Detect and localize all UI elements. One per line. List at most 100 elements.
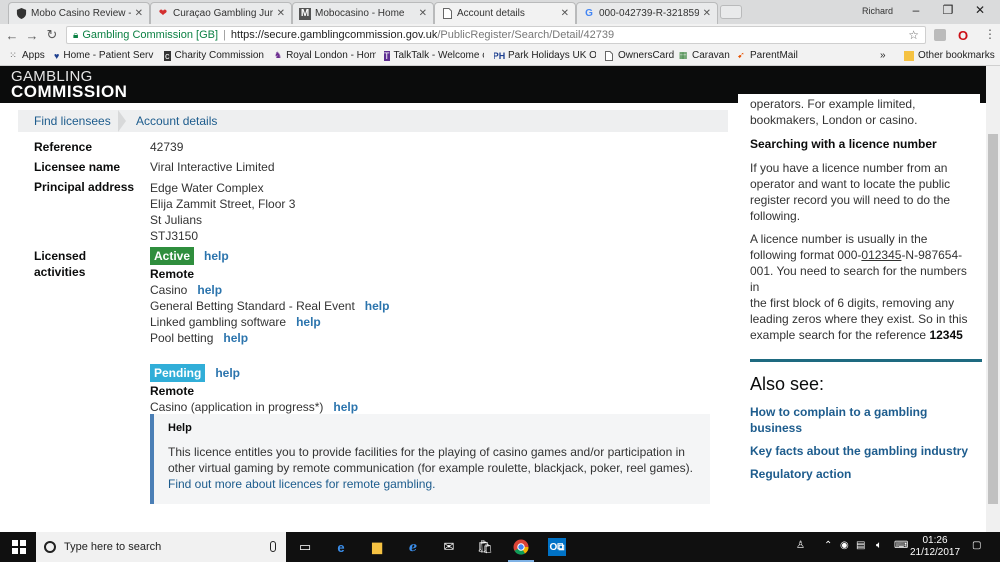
activity-item: Linked gambling software help [150,315,321,329]
park-holidays-icon: PH [494,50,506,61]
tab-label: 000-042739-R-321859-0 [599,8,699,19]
bookmark-charity-commission[interactable]: c Charity Commission [164,50,264,61]
extension-icon[interactable] [934,29,946,41]
new-tab-button[interactable] [720,5,742,19]
bookmark-parentmail[interactable]: ➹ ParentMail [736,50,798,61]
link-complain-gambling-business[interactable]: How to complain to a gambling business [750,404,975,436]
edge-icon[interactable]: e [332,538,350,556]
more-menu-icon[interactable]: ⋮ [984,27,996,41]
taskbar-search[interactable]: Type here to search [36,532,286,562]
link-key-facts[interactable]: Key facts about the gambling industry [750,443,975,459]
royal-london-icon: ♞ [274,50,283,60]
activity-group-remote: Remote [150,267,195,281]
page-scrollbar[interactable] [986,66,1000,532]
people-icon[interactable]: ♙ [796,540,805,551]
minimize-icon[interactable]: – [906,3,926,17]
url-path: /PublicRegister/Search/Detail/42739 [437,29,615,41]
close-icon[interactable]: ✕ [135,8,143,19]
restore-icon[interactable]: ❐ [938,3,958,17]
tray-chevron-up-icon[interactable]: ⌃ [824,540,832,551]
google-icon: G [585,8,593,19]
task-view-icon[interactable]: ▭ [296,538,314,556]
bookmark-talktalk[interactable]: T TalkTalk - Welcome c [384,50,484,61]
scrollbar-thumb[interactable] [988,134,998,504]
file-explorer-icon[interactable]: ▆ [368,538,386,556]
bookmark-star-icon[interactable]: ☆ [908,28,919,42]
web-page: GAMBLING COMMISSION Find licensees Accou… [0,66,1000,532]
tab-curacao-gambling[interactable]: ❤ Curaçao Gambling Jurisdi ✕ [150,2,292,24]
breadcrumb-find-licensees[interactable]: Find licensees [34,114,111,128]
charity-icon: c [164,50,171,61]
principal-address-label: Principal address [34,180,135,194]
tab-mobocasino-home[interactable]: M Mobocasino - Home ✕ [292,2,434,24]
talktalk-icon: T [384,50,390,61]
close-icon[interactable]: ✕ [277,8,285,19]
volume-icon[interactable]: 🔈︎ [876,540,882,551]
address-bar[interactable]: 🔒︎ Gambling Commission [GB] | https://se… [66,26,926,44]
bookmark-apps[interactable]: ⁙ Apps [8,50,45,61]
reload-icon[interactable]: ↻ [42,27,62,43]
bookmark-park-holidays[interactable]: PH Park Holidays UK Ow [494,50,596,61]
sidebar-text: operators. For example limited, [750,97,916,111]
help-box-text: This licence entitles you to provide fac… [168,445,685,459]
help-link[interactable]: help [296,315,321,329]
bookmark-patient-services[interactable]: ♥ Home - Patient Servi [54,50,154,61]
tab-mobo-casino-review[interactable]: Mobo Casino Review - Yo ✕ [8,2,150,24]
close-icon[interactable]: ✕ [561,8,569,19]
licensee-name-label: Licensee name [34,160,121,174]
bookmarks-overflow[interactable]: » [880,50,886,61]
reference-value: 42739 [150,140,184,154]
windows-start-icon[interactable] [12,540,26,554]
chrome-icon[interactable] [512,538,530,556]
window-close-icon[interactable]: ✕ [970,3,990,17]
back-icon[interactable]: ← [2,28,22,43]
taskbar-clock[interactable]: 01:26 21/12/2017 [910,535,960,559]
network-icon[interactable]: ▤ [856,540,865,551]
keyboard-icon[interactable]: ⌨ [894,540,908,551]
activity-group-remote: Remote [150,384,195,398]
page-icon [604,50,614,61]
profile-name[interactable]: Richard [862,6,893,16]
windows-taskbar: Type here to search ▭ e ▆ ℯ ✉ 🛍︎ O⧉ ♙ ⌃ … [0,532,1000,562]
bookmark-caravan[interactable]: ▦ Caravan [678,50,730,61]
browser-toolbar: ← → ↻ 🔒︎ Gambling Commission [GB] | http… [0,24,1000,46]
tray-app-icon[interactable]: ◉ [840,540,849,551]
bookmarks-bar: ⁙ Apps ♥ Home - Patient Servi c Charity Com… [0,46,1000,66]
browser-tab-strip: Mobo Casino Review - Yo ✕ ❤ Curaçao Gamb… [0,0,1000,24]
gambling-commission-logo[interactable]: GAMBLING COMMISSION [11,69,127,100]
licensed-activities-label: Licensed activities [34,249,87,279]
sidebar-paragraph: If you have a licence number from an ope… [750,161,951,223]
help-link[interactable]: help [365,299,390,313]
forward-icon[interactable]: → [22,28,42,43]
help-link[interactable]: help [197,283,222,297]
url-host: https://secure.gamblingcommission.gov.uk [230,29,438,41]
breadcrumb-account-details[interactable]: Account details [136,114,217,128]
close-icon[interactable]: ✕ [419,8,427,19]
help-link[interactable]: help [333,400,358,414]
store-icon[interactable]: 🛍︎ [476,538,494,556]
mail-icon[interactable]: ✉ [440,538,458,556]
outlook-icon[interactable]: O⧉ [548,538,566,556]
other-bookmarks[interactable]: Other bookmarks [904,50,995,61]
principal-address-value: Edge Water Complex Elija Zammit Street, … [150,181,296,243]
microphone-icon[interactable] [270,541,276,552]
tab-label: Mobo Casino Review - Yo [31,8,131,19]
help-box-text: other virtual gaming by remote communica… [168,461,693,475]
notifications-icon[interactable]: ▢ [972,540,981,551]
tab-account-details[interactable]: Account details ✕ [434,2,576,24]
bookmark-royal-london[interactable]: ♞ Royal London - Home [274,50,376,61]
opera-icon[interactable]: O [958,28,968,43]
help-link[interactable]: help [223,331,248,345]
tab-google-search[interactable]: G 000-042739-R-321859-0 ✕ [576,2,718,24]
activity-item: Casino (application in progress*) help [150,400,359,414]
internet-explorer-icon[interactable]: ℯ [404,538,422,556]
help-link[interactable]: help [215,366,240,380]
link-regulatory-action[interactable]: Regulatory action [750,466,975,482]
remote-licences-link[interactable]: Find out more about licences for remote … [168,476,710,492]
help-link[interactable]: help [204,249,229,263]
close-icon[interactable]: ✕ [703,8,711,19]
tab-label: Account details [457,8,525,19]
tab-label: Mobocasino - Home [315,8,405,19]
bookmark-ownerscard[interactable]: OwnersCard [604,50,674,61]
activity-item: Pool betting help [150,331,249,345]
